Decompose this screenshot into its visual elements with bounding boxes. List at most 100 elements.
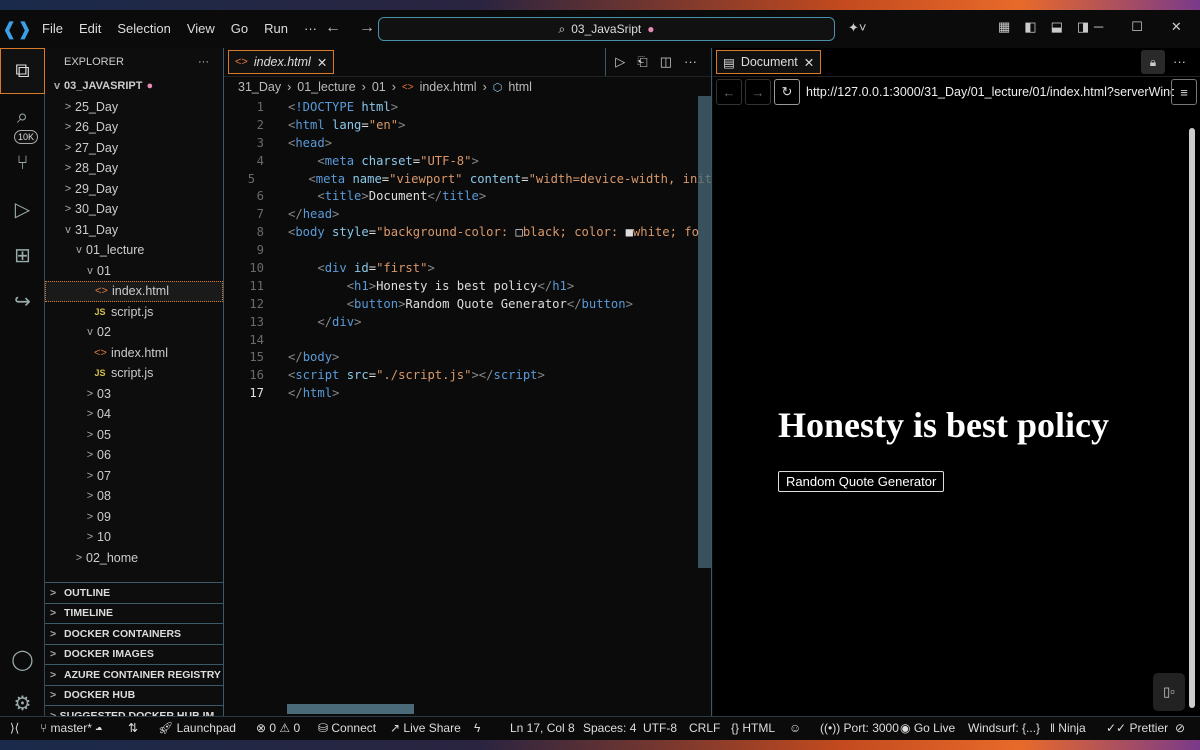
customize-layout-icon[interactable]: ▦ xyxy=(998,19,1010,35)
menu-icon[interactable]: ≡ xyxy=(1171,79,1197,105)
account-icon[interactable]: ◯ xyxy=(0,636,45,682)
minimize-icon[interactable]: ─ xyxy=(1094,19,1103,35)
lock-icon[interactable]: 🔒︎ xyxy=(1141,50,1165,74)
back-arrow-icon[interactable]: ← xyxy=(325,19,341,37)
language-mode[interactable]: {} HTML xyxy=(731,721,775,735)
sidebar-section[interactable]: > AZURE CONTAINER REGISTRY xyxy=(45,664,223,685)
random-quote-button[interactable]: Random Quote Generator xyxy=(778,471,945,492)
maximize-icon[interactable]: ☐ xyxy=(1131,19,1143,35)
sidebar-section[interactable]: > DOCKER CONTAINERS xyxy=(45,623,223,644)
port-status[interactable]: ((•)) Port: 3000 xyxy=(820,721,899,735)
page-scrollbar[interactable] xyxy=(1189,128,1195,708)
editor-more-icon[interactable]: ··· xyxy=(684,54,697,70)
open-preview-icon[interactable]: ⎗ xyxy=(637,54,647,70)
copilot-status-icon[interactable]: ☺ xyxy=(789,721,801,735)
sidebar-section[interactable]: > TIMELINE xyxy=(45,602,223,624)
explorer-icon[interactable]: ⧉ xyxy=(0,48,45,94)
golive-status[interactable]: ◉ Go Live xyxy=(900,721,955,735)
tree-folder[interactable]: > 09 xyxy=(45,507,223,528)
toggle-secondary-sidebar-icon[interactable]: ◨ xyxy=(1077,19,1089,35)
close-window-icon[interactable]: ✕ xyxy=(1171,19,1182,35)
connect-status[interactable]: ⛁ Connect xyxy=(318,721,376,735)
sync-icon[interactable]: ⇅ xyxy=(128,721,138,735)
ninja-status[interactable]: ‖ Ninja xyxy=(1050,721,1086,735)
indentation[interactable]: Spaces: 4 xyxy=(583,721,636,735)
lightning-icon[interactable]: ϟ xyxy=(474,721,480,735)
split-editor-icon[interactable]: ◫ xyxy=(660,54,672,70)
tree-folder[interactable]: > 26_Day xyxy=(45,117,223,138)
tree-folder[interactable]: > 07 xyxy=(45,466,223,487)
tree-folder[interactable]: > 03 xyxy=(45,384,223,405)
tree-folder[interactable]: > 08 xyxy=(45,486,223,507)
remote-icon[interactable]: ⟩⟨ xyxy=(10,721,19,735)
close-tab-icon[interactable]: ✕ xyxy=(317,55,327,70)
tree-folder[interactable]: v 02 xyxy=(45,322,223,343)
browser-back-icon[interactable]: ← xyxy=(716,79,742,105)
run-debug-icon[interactable]: ▷ xyxy=(0,186,45,232)
launchpad-status[interactable]: 🚀︎ Launchpad xyxy=(158,721,236,735)
extensions-icon[interactable]: ⊞ xyxy=(0,232,45,278)
copilot-icon[interactable]: ✦˅ xyxy=(848,20,866,36)
tree-folder[interactable]: > 04 xyxy=(45,404,223,425)
breadcrumb-item[interactable]: 31_Day xyxy=(238,80,281,94)
browser-forward-icon[interactable]: → xyxy=(745,79,771,105)
tab-index-html[interactable]: <> index.html ✕ xyxy=(228,50,335,74)
sidebar-section[interactable]: > DOCKER IMAGES xyxy=(45,643,223,665)
sidebar-section[interactable]: > DOCKER HUB xyxy=(45,684,223,706)
tree-folder[interactable]: > 25_Day xyxy=(45,97,223,118)
floating-toolbar-icon[interactable]: ▯▫ xyxy=(1153,673,1185,711)
tree-folder[interactable]: > 28_Day xyxy=(45,158,223,179)
breadcrumb-item[interactable]: 01 xyxy=(372,80,386,94)
menu-more[interactable]: ··· xyxy=(296,10,325,48)
tree-folder[interactable]: v 01_lecture xyxy=(45,240,223,261)
run-icon[interactable]: ▷ xyxy=(615,54,625,70)
tree-file[interactable]: JS script.js xyxy=(45,302,223,323)
tree-file[interactable]: <> index.html xyxy=(45,281,223,302)
tree-folder[interactable]: > 27_Day xyxy=(45,138,223,159)
horizontal-scrollbar[interactable] xyxy=(287,704,414,714)
close-tab-icon[interactable]: ✕ xyxy=(804,55,814,70)
windsurf-status[interactable]: Windsurf: {...} xyxy=(968,721,1040,735)
menu-view[interactable]: View xyxy=(179,10,223,48)
menu-selection[interactable]: Selection xyxy=(109,10,178,48)
forward-arrow-icon[interactable]: → xyxy=(359,19,375,37)
encoding[interactable]: UTF-8 xyxy=(643,721,677,735)
toggle-panel-icon[interactable]: ⬓ xyxy=(1051,19,1063,35)
notifications-off-icon[interactable]: ⊘ xyxy=(1175,721,1185,735)
tree-folder[interactable]: > 06 xyxy=(45,445,223,466)
tab-document[interactable]: ▤ Document ✕ xyxy=(716,50,822,74)
prettier-status[interactable]: ✓✓ Prettier xyxy=(1106,721,1168,735)
reload-icon[interactable]: ↻ xyxy=(774,79,800,105)
menu-edit[interactable]: Edit xyxy=(71,10,109,48)
line-ending[interactable]: CRLF xyxy=(689,721,720,735)
problems-status[interactable]: ⊗ 0 ⚠ 0 xyxy=(256,721,300,735)
tree-folder[interactable]: > 29_Day xyxy=(45,179,223,200)
breadcrumb-item[interactable]: index.html xyxy=(420,80,477,94)
editor-scrollbar[interactable] xyxy=(698,96,711,568)
command-center-search[interactable]: ⌕ 03_JavaSript ● xyxy=(378,17,835,41)
tree-folder[interactable]: v 01 xyxy=(45,261,223,282)
cursor-position[interactable]: Ln 17, Col 8 xyxy=(510,721,575,735)
sidebar-section[interactable]: > OUTLINE xyxy=(45,582,223,603)
tree-folder[interactable]: > 05 xyxy=(45,425,223,446)
tree-folder[interactable]: > 10 xyxy=(45,527,223,548)
tree-folder[interactable]: v 31_Day xyxy=(45,220,223,241)
branch-status[interactable]: ⑂ master* ☁ xyxy=(40,721,102,735)
menu-run[interactable]: Run xyxy=(256,10,296,48)
breadcrumb-item[interactable]: 01_lecture xyxy=(297,80,355,94)
remote-explorer-icon[interactable]: ↪ xyxy=(0,278,45,324)
tree-folder[interactable]: > 30_Day xyxy=(45,199,223,220)
liveshare-status[interactable]: ↗ Live Share xyxy=(390,721,461,735)
source-control-icon[interactable]: ⑂ xyxy=(0,140,45,186)
url-input[interactable]: http://127.0.0.1:3000/31_Day/01_lecture/… xyxy=(806,85,1174,99)
code-area[interactable]: 1 <!DOCTYPE html> 2 <html lang="en"> 3 <head>… xyxy=(224,100,712,404)
tree-folder[interactable]: > 02_home xyxy=(45,548,223,569)
tree-file[interactable]: <> index.html xyxy=(45,343,223,364)
breadcrumb-item[interactable]: html xyxy=(508,80,532,94)
explorer-more-icon[interactable]: ··· xyxy=(198,56,209,68)
workspace-root[interactable]: v 03_JAVASRIPT ● xyxy=(45,76,223,97)
toggle-sidebar-icon[interactable]: ◧ xyxy=(1024,19,1036,35)
tree-file[interactable]: JS script.js xyxy=(45,363,223,384)
browser-more-icon[interactable]: ··· xyxy=(1173,54,1186,69)
menu-file[interactable]: File xyxy=(34,10,71,48)
